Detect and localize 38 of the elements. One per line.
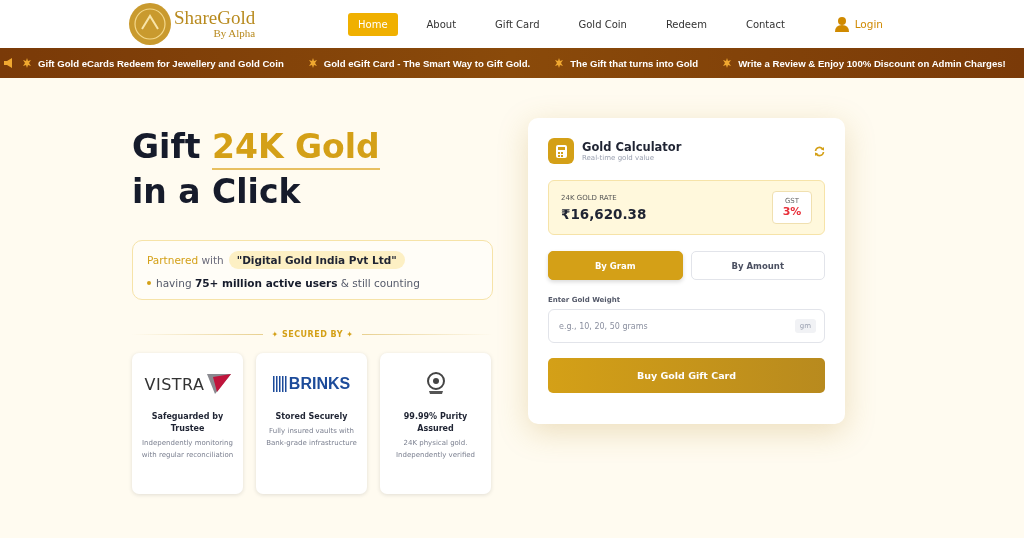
ticker-text: The Gift that turns into Gold xyxy=(570,57,699,69)
card-title: Safeguarded by Trustee xyxy=(150,411,225,435)
nav-link[interactable]: Redeem xyxy=(655,12,717,36)
brinks-logo: BRINKS xyxy=(288,375,351,393)
bullet-icon xyxy=(147,281,151,285)
card-title: 99.99% Purity Assured xyxy=(402,411,469,435)
emblem-icon xyxy=(424,371,447,397)
calculator-title: Gold Calculator xyxy=(582,140,682,154)
rate-value: ₹16,620.38 xyxy=(561,205,647,222)
ticker-text: Gift Gold eCards Redeem for Jewellery and Gold Coin xyxy=(38,57,284,69)
user-icon xyxy=(834,16,849,32)
nav-link[interactable]: Gold Coin xyxy=(568,12,637,36)
stripes-icon xyxy=(272,376,287,392)
users-text: having 75+ million active users & still counting xyxy=(156,277,420,289)
coin-logo-icon xyxy=(128,2,172,46)
triangle-logo-icon xyxy=(206,374,231,394)
nav-link[interactable]: About xyxy=(416,12,467,36)
secured-by-label: ✦ SECURED BY ✦ xyxy=(271,330,354,339)
vistra-logo: VISTRA xyxy=(144,374,205,394)
brand-name: ShareGold xyxy=(174,8,256,28)
leaf-icon xyxy=(554,58,565,68)
nav-link[interactable]: Gift Card xyxy=(485,12,550,36)
brand-tagline: By Alpha xyxy=(212,27,256,40)
megaphone-icon xyxy=(4,58,14,68)
card-title: Stored Securely xyxy=(274,411,349,423)
leaf-icon xyxy=(22,58,32,68)
calculator-icon xyxy=(548,138,574,164)
partner-name: "Digital Gold India Pvt Ltd" xyxy=(228,251,405,269)
ticker-text: Write a Review & Enjoy 100% Discount on Admin Charges! xyxy=(738,57,1006,69)
partner-label: Partnered with xyxy=(147,254,224,266)
leaf-icon xyxy=(722,58,733,68)
leaf-icon xyxy=(307,58,318,68)
nav-link[interactable]: Contact xyxy=(735,12,795,36)
hero-heading: Gift 24K Gold in a Click xyxy=(132,126,381,213)
gst-value: 3% xyxy=(781,205,803,218)
ticker-text: Gold eGift Card - The Smart Way to Gift Gold. xyxy=(323,57,531,69)
mode-tab[interactable]: By Amount xyxy=(690,251,825,280)
refresh-icon[interactable] xyxy=(814,145,825,157)
